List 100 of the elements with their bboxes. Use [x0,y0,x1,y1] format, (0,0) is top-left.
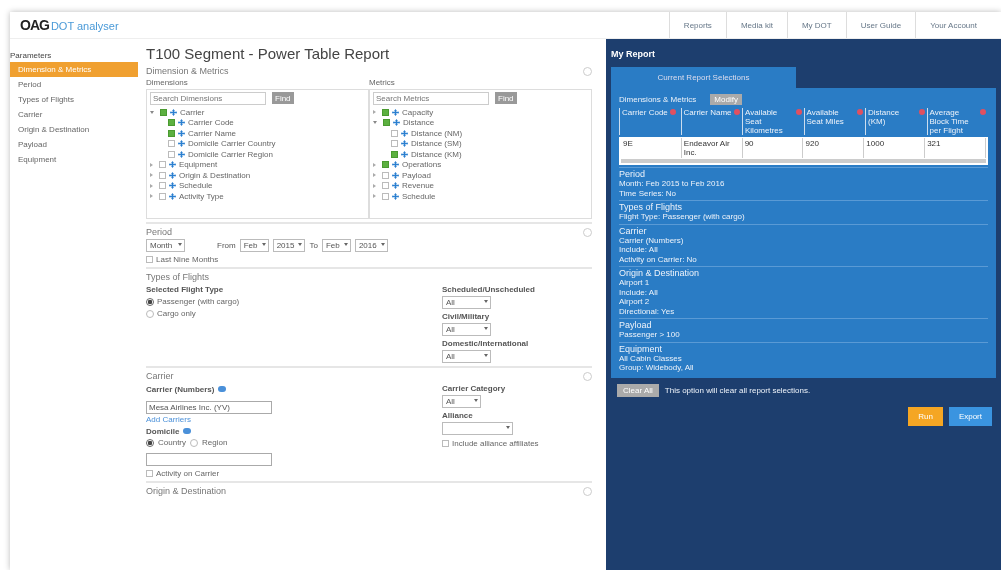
nav-link[interactable]: Media kit [725,12,787,38]
checkbox[interactable] [146,470,153,477]
radio-button[interactable] [146,438,154,447]
nav-link[interactable]: Your Account [915,12,991,38]
to-year-select[interactable]: 2016 [354,239,388,252]
filter-select[interactable]: All [442,323,491,336]
expander-icon[interactable] [373,121,377,125]
add-carriers-link[interactable]: Add Carriers [146,415,272,424]
info-icon[interactable] [183,428,192,434]
search-field[interactable]: Search Metrics [373,92,489,105]
tree-item[interactable]: Carrier Code [188,118,234,128]
to-month-select[interactable]: Feb [321,239,351,252]
tree-item[interactable]: Domicile Carrier Region [188,149,273,159]
checkbox[interactable] [159,182,166,190]
radio-label: Cargo only [157,309,196,318]
tab[interactable]: Current Report Selections [611,67,796,88]
expander-icon[interactable] [150,110,154,114]
nav-link[interactable]: User Guide [845,12,916,38]
sidebar-item[interactable]: Types of Flights [10,92,138,107]
checkbox[interactable] [382,161,389,169]
expander-icon[interactable] [150,162,153,167]
expander-icon[interactable] [150,194,153,199]
carrier-field[interactable]: Mesa Airlines Inc. (YV) [146,401,272,414]
checkbox[interactable] [382,171,389,179]
tree-item[interactable]: Activity Type [179,191,224,201]
checkbox[interactable] [168,150,175,158]
domicile-field[interactable] [146,453,272,466]
checkbox[interactable] [168,119,175,127]
remove-icon[interactable] [733,109,740,115]
tree-item[interactable]: Schedule [402,191,436,201]
checkbox[interactable] [159,192,166,200]
checkbox[interactable] [159,171,166,179]
alliance-select[interactable] [442,422,513,435]
tree-item[interactable]: Payload [402,170,431,180]
checkbox[interactable] [391,129,398,137]
nav-link[interactable]: Reports [668,12,726,38]
sidebar-item[interactable]: Payload [10,137,138,152]
expander-icon[interactable] [373,162,376,167]
tree-item[interactable]: Equipment [179,160,218,170]
tree-item[interactable]: Capacity [402,107,434,117]
radio-button[interactable] [146,297,154,306]
checkbox[interactable] [383,119,390,127]
node-icon [178,129,185,137]
checkbox[interactable] [382,192,389,200]
checkbox[interactable] [160,108,167,116]
checkbox[interactable] [168,140,175,148]
tree-item[interactable]: Schedule [179,181,213,191]
checkbox[interactable] [391,150,398,158]
checkbox[interactable] [382,182,389,190]
nav-link[interactable]: My DOT [786,12,846,38]
category-select[interactable]: All [442,395,481,408]
tree-item[interactable]: Distance [403,118,435,128]
checkbox[interactable] [391,140,398,148]
column-header: Carrier Name [683,108,732,117]
from-month-select[interactable]: Feb [239,239,269,252]
tree-item[interactable]: Carrier [180,107,205,117]
checkbox[interactable] [168,129,175,137]
tree-item[interactable]: Origin & Destination [179,170,251,180]
checkbox[interactable] [442,440,449,447]
tree-item[interactable]: Distance (NM) [411,128,463,138]
expander-icon[interactable] [373,183,376,188]
sidebar-item[interactable]: Origin & Destination [10,122,138,137]
tree-item[interactable]: Operations [402,160,442,170]
radio-button[interactable] [190,438,198,447]
tree-item[interactable]: Distance (KM) [411,149,462,159]
remove-icon[interactable] [918,109,925,115]
remove-icon[interactable] [669,109,676,115]
checkbox[interactable] [146,256,153,263]
tree-item[interactable]: Revenue [402,181,435,191]
selection-line: Include: All [619,245,659,255]
selection-line: Flight Type: Passenger (with cargo) [619,212,746,222]
search-field[interactable]: Search Dimensions [150,92,266,105]
sidebar-item[interactable]: Period [10,77,138,92]
column-header: Carrier Code [622,108,668,117]
sidebar-item[interactable]: Equipment [10,152,138,167]
field-label: Carrier Category [442,384,506,393]
radio-label: Passenger (with cargo) [157,297,240,306]
tree-item[interactable]: Domicile Carrier Country [188,139,276,149]
expander-icon[interactable] [373,110,376,115]
selection-line: Group: Widebody, All [619,363,695,373]
remove-icon[interactable] [857,109,863,115]
remove-icon[interactable] [795,109,802,115]
expander-icon[interactable] [373,194,376,199]
expander-icon[interactable] [150,173,153,178]
radio-button[interactable] [146,309,154,318]
scrollbar[interactable] [621,159,986,163]
filter-select[interactable]: All [442,296,491,309]
sidebar-item[interactable]: Carrier [10,107,138,122]
info-icon[interactable] [218,386,227,392]
tree-item[interactable]: Distance (SM) [411,139,462,149]
from-year-select[interactable]: 2015 [272,239,306,252]
granularity-select[interactable]: Month [146,239,185,252]
checkbox[interactable] [382,108,389,116]
remove-icon[interactable] [980,109,986,115]
filter-select[interactable]: All [442,350,491,363]
expander-icon[interactable] [150,183,153,188]
checkbox[interactable] [159,161,166,169]
section-title: Period [146,227,172,237]
tree-item[interactable]: Carrier Name [188,128,236,138]
expander-icon[interactable] [373,173,376,178]
